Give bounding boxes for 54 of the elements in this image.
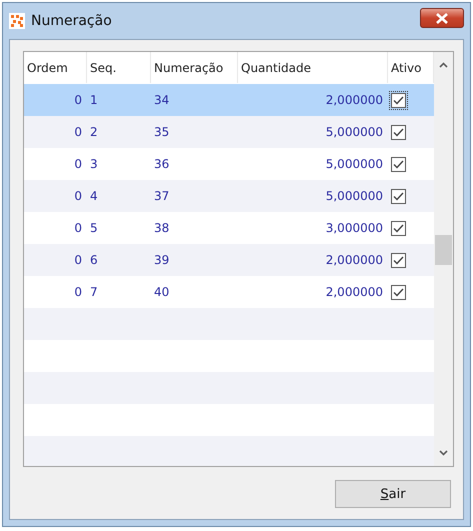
table-cell-text: 39 — [153, 253, 170, 267]
table-cell-text: 3 — [89, 157, 99, 171]
scroll-up-icon[interactable] — [439, 62, 448, 68]
table-cell-text: 2 — [89, 125, 99, 139]
close-button[interactable] — [420, 8, 464, 28]
table-cell-text: 0 — [73, 221, 83, 235]
table-cell-text: 4 — [89, 189, 99, 203]
column-header[interactable]: Numeração — [151, 52, 238, 83]
table-cell-text: 37 — [153, 189, 170, 203]
checkbox[interactable] — [391, 92, 406, 108]
checkbox[interactable] — [391, 188, 406, 204]
table-row[interactable]: 0 3 36 5,000000 — [24, 148, 434, 180]
checkbox[interactable] — [391, 284, 406, 300]
table-cell-text: 0 — [73, 125, 83, 139]
table-row[interactable]: 0 4 37 5,000000 — [24, 180, 434, 212]
checkbox[interactable] — [391, 252, 406, 268]
table-cell-text: 35 — [153, 125, 170, 139]
table-row[interactable]: 0 5 38 3,000000 — [24, 212, 434, 244]
checkbox[interactable] — [391, 124, 406, 140]
table-cell-text: 38 — [153, 221, 170, 235]
table-row[interactable]: 0 1 34 2,000000 — [24, 84, 434, 116]
table-cell-text: 5,000000 — [324, 189, 384, 203]
table-cell-text: 0 — [73, 157, 83, 171]
table-cell-text: 5 — [89, 221, 99, 235]
table-row[interactable]: 0 6 39 2,000000 — [24, 244, 434, 276]
table-cell-text: 5,000000 — [324, 157, 384, 171]
table-cell-text: 40 — [153, 285, 170, 299]
table-cell-text: 36 — [153, 157, 170, 171]
table-row[interactable]: 0 7 40 2,000000 — [24, 276, 434, 308]
scroll-down-icon[interactable] — [439, 450, 448, 456]
table-cell-text: 34 — [153, 93, 170, 107]
table-cell-text: 0 — [73, 93, 83, 107]
exit-button[interactable]: Sair — [335, 480, 451, 508]
checkbox[interactable] — [391, 156, 406, 172]
table-cell-text: 1 — [89, 93, 99, 107]
table-cell-text: 0 — [73, 189, 83, 203]
scrollbar-thumb[interactable] — [435, 235, 452, 265]
table-cell-text: 2,000000 — [324, 93, 384, 107]
table-cell-text: 3,000000 — [324, 221, 384, 235]
table-cell-text: 5,000000 — [324, 125, 384, 139]
window-title: Numeração — [31, 13, 112, 29]
table-cell-text: 2,000000 — [324, 253, 384, 267]
close-icon — [436, 12, 448, 24]
table-cell-text: 2,000000 — [324, 285, 384, 299]
column-header[interactable]: Seq. — [87, 52, 151, 83]
table-cell-text: 6 — [89, 253, 99, 267]
table-row[interactable]: 0 2 35 5,000000 — [24, 116, 434, 148]
checkbox[interactable] — [391, 220, 406, 236]
column-header[interactable]: Quantidade — [238, 52, 388, 83]
column-header[interactable]: Ordem — [24, 52, 87, 83]
app-icon — [9, 13, 25, 29]
table-cell-text: 0 — [73, 285, 83, 299]
table-cell-text: 7 — [89, 285, 99, 299]
table-cell-text: 0 — [73, 253, 83, 267]
